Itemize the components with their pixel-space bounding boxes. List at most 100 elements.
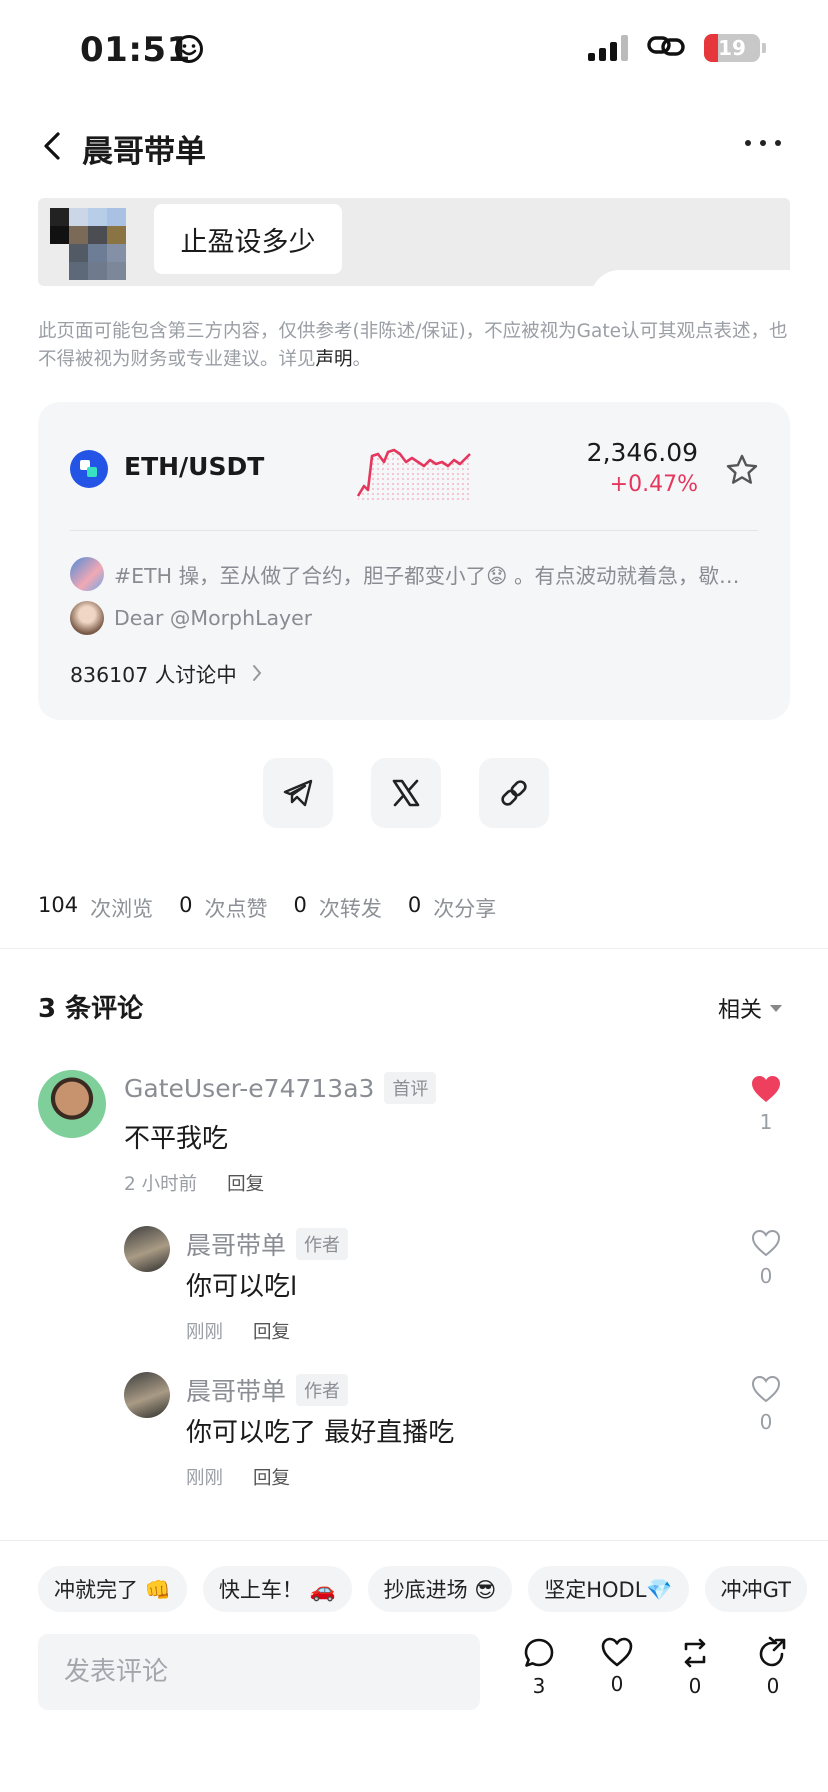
- comment-author[interactable]: GateUser-e74713a3 首评: [124, 1072, 437, 1104]
- share-telegram-button[interactable]: [263, 758, 333, 828]
- comment-time: 刚刚: [186, 1468, 224, 1489]
- comment-author-name: 晨哥带单: [186, 1377, 287, 1406]
- comment-text: 不平我吃: [124, 1124, 229, 1154]
- bottom-actions: 3 0 0 0: [522, 1636, 790, 1698]
- comment-input[interactable]: [38, 1634, 480, 1710]
- smiley-icon: [174, 34, 204, 68]
- comment-meta: 刚刚 回复: [186, 1464, 290, 1490]
- link-icon: [501, 780, 527, 806]
- page-title: 晨哥带单: [82, 134, 206, 170]
- quick-reply-chips: 冲就完了 👊 快上车！ 🚗 抄底进场 😎 坚定HODL💎 冲冲GT: [38, 1566, 807, 1612]
- comment-author-name: 晨哥带单: [186, 1231, 287, 1260]
- share-button[interactable]: 0: [756, 1636, 790, 1698]
- post-stats: 104 次浏览 0 次点赞 0 次转发 0 次分享: [38, 893, 510, 923]
- comment-bubble-icon: [524, 1638, 554, 1667]
- cellular-signal-icon: [588, 35, 628, 61]
- reposts-label: 次转发: [318, 897, 382, 921]
- image-chat-bubble: 止盈设多少: [154, 204, 342, 274]
- sort-label: 相关: [717, 998, 762, 1023]
- sort-dropdown[interactable]: 相关: [718, 992, 782, 1024]
- price-sparkline: [356, 448, 471, 502]
- comment-author[interactable]: 晨哥带单 作者: [186, 1372, 349, 1408]
- heart-outline-icon: [751, 1375, 781, 1403]
- author-badge: 作者: [296, 1374, 349, 1406]
- heart-outline-icon: [601, 1637, 633, 1667]
- battery-level: 19: [718, 36, 746, 60]
- chevron-right-icon: [252, 665, 262, 681]
- hot-post-row[interactable]: #ETH 操，至从做了合约，胆子都变小了😟 。有点波动就着急，歇…: [70, 556, 758, 592]
- image-decoration: [590, 270, 790, 286]
- views-label: 次浏览: [90, 897, 154, 921]
- comment-author[interactable]: 晨哥带单 作者: [186, 1226, 349, 1262]
- avatar[interactable]: [38, 1070, 106, 1138]
- author-badge: 作者: [296, 1228, 349, 1260]
- quick-reply-chip[interactable]: 坚定HODL💎: [528, 1566, 689, 1612]
- disclaimer-link[interactable]: 声明: [316, 349, 353, 370]
- more-options-button[interactable]: [738, 128, 788, 158]
- hot-post-text: #ETH 操，至从做了合约，胆子都变小了😟 。有点波动就着急，歇…: [114, 564, 740, 588]
- reply-button[interactable]: 回复: [227, 1170, 264, 1196]
- quick-reply-chip[interactable]: 抄底进场 😎: [367, 1566, 513, 1612]
- caret-down-icon: [770, 1004, 782, 1012]
- quick-reply-chip[interactable]: 快上车！ 🚗: [202, 1566, 352, 1612]
- comment-text: 你可以吃了 最好直播吃: [186, 1418, 455, 1448]
- share-x-button[interactable]: [371, 758, 441, 828]
- comment-text: 你可以吃l: [186, 1272, 298, 1302]
- last-price: 2,346.09: [586, 438, 698, 467]
- hot-post-author: Dear @MorphLayer: [114, 606, 313, 630]
- post-image[interactable]: 止盈设多少: [38, 198, 790, 286]
- reply-button[interactable]: 回复: [253, 1318, 290, 1344]
- back-button[interactable]: [34, 126, 74, 166]
- favorite-button[interactable]: [724, 452, 760, 488]
- avatar[interactable]: [124, 1372, 170, 1418]
- like-count: 1: [759, 1110, 773, 1134]
- comment-button[interactable]: 3: [522, 1636, 556, 1698]
- pair-name: ETH/USDT: [124, 452, 265, 481]
- repost-button[interactable]: 0: [678, 1636, 712, 1698]
- status-bar: 01:51 19: [0, 0, 828, 100]
- battery-tip: [762, 43, 766, 53]
- comment-time: 2 小时前: [124, 1174, 198, 1195]
- first-comment-badge: 首评: [384, 1072, 437, 1104]
- battery-icon: 19: [704, 34, 760, 62]
- share-icon: [759, 1636, 786, 1667]
- comment-like-button[interactable]: 0: [746, 1374, 786, 1434]
- disclaimer-end: 。: [352, 349, 372, 370]
- price-change: +0.47%: [609, 472, 698, 497]
- like-count: 0: [610, 1672, 624, 1696]
- market-card[interactable]: ETH/USDT 2,346.09 +0.47% #ETH 操，至从做了合约，胆…: [38, 402, 790, 720]
- like-count: 0: [759, 1264, 773, 1288]
- comment-like-button[interactable]: 0: [746, 1228, 786, 1288]
- avatar: [70, 601, 104, 635]
- like-count: 0: [759, 1410, 773, 1434]
- quick-reply-chip[interactable]: 冲就完了 👊: [38, 1566, 187, 1612]
- likes-count: 0: [179, 893, 193, 917]
- link-icon: [646, 32, 686, 64]
- comment-like-button[interactable]: 1: [746, 1074, 786, 1134]
- hot-post-author-row[interactable]: Dear @MorphLayer: [70, 600, 758, 636]
- likes-label: 次点赞: [204, 897, 268, 921]
- comment-author-name: GateUser-e74713a3: [124, 1073, 375, 1103]
- x-logo-icon: [392, 779, 420, 807]
- shares-count: 0: [407, 893, 422, 917]
- comment-meta: 2 小时前 回复: [124, 1170, 264, 1196]
- like-button[interactable]: 0: [600, 1636, 634, 1698]
- disclaimer: 此页面可能包含第三方内容，仅供参考(非陈述/保证)，不应被视为Gate认可其观点…: [38, 318, 790, 374]
- repost-count: 0: [688, 1674, 702, 1698]
- copy-link-button[interactable]: [479, 758, 549, 828]
- card-divider: [70, 530, 758, 531]
- heart-filled-icon: [752, 1076, 780, 1102]
- reposts-count: 0: [293, 893, 307, 917]
- avatar: [70, 557, 104, 591]
- quick-reply-chip[interactable]: 冲冲GT: [704, 1566, 807, 1612]
- avatar[interactable]: [124, 1226, 170, 1272]
- discussion-link[interactable]: 836107 人讨论中: [70, 658, 263, 688]
- reply-button[interactable]: 回复: [253, 1464, 290, 1490]
- comment-time: 刚刚: [186, 1322, 224, 1343]
- comment-meta: 刚刚 回复: [186, 1318, 290, 1344]
- share-row: [0, 758, 828, 828]
- views-count: 104: [38, 893, 79, 917]
- divider: [0, 948, 828, 949]
- star-icon: [726, 454, 758, 484]
- nav-header: 晨哥带单: [0, 118, 828, 174]
